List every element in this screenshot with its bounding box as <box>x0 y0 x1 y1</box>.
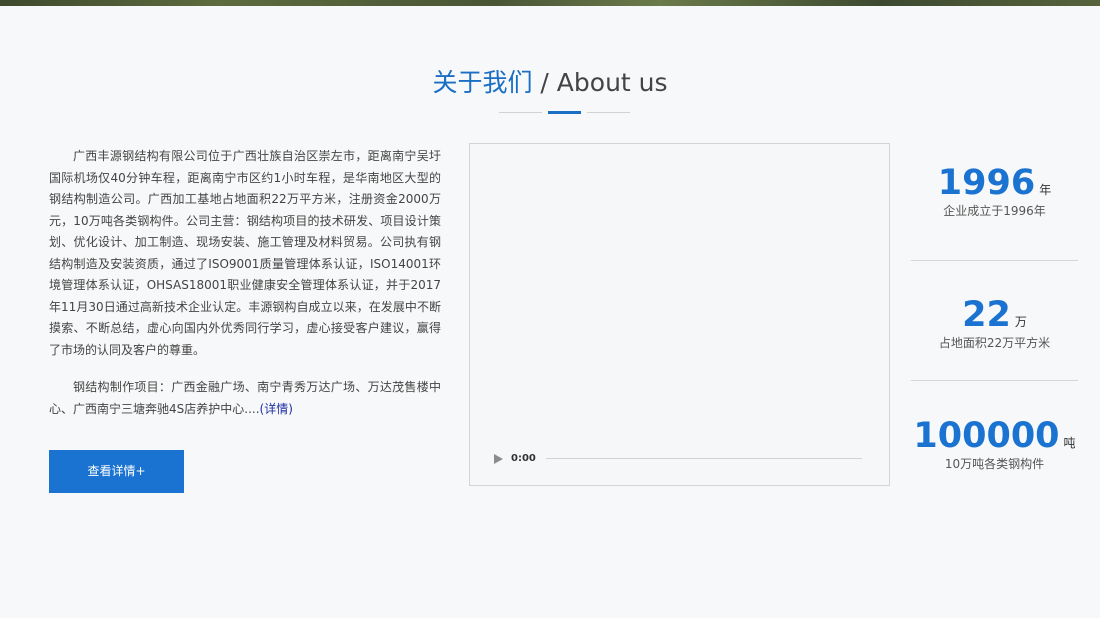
stat-number: 1996 <box>937 163 1036 203</box>
top-banner-strip <box>0 0 1100 6</box>
stat-number: 22 <box>962 295 1011 335</box>
details-link[interactable]: (详情) <box>260 402 293 416</box>
view-details-button[interactable]: 查看详情+ <box>49 450 184 493</box>
stat-capacity: 100000 吨 10万吨各类钢构件 <box>911 416 1078 472</box>
stat-caption: 10万吨各类钢构件 <box>944 457 1045 471</box>
title-divider-left <box>499 112 542 113</box>
stat-divider <box>911 380 1078 381</box>
stat-divider <box>911 260 1078 261</box>
video-player[interactable]: 0:00 <box>469 143 890 486</box>
play-icon[interactable] <box>494 454 503 464</box>
stat-area: 22 万 占地面积22万平方米 <box>911 295 1078 351</box>
section-title: 关于我们 / About us <box>0 66 1100 100</box>
title-divider-accent <box>548 111 581 114</box>
progress-bar[interactable] <box>546 458 862 459</box>
section-title-en: About us <box>556 68 668 97</box>
stat-unit: 吨 <box>1063 436 1076 450</box>
intro-paragraph: 广西丰源钢结构有限公司位于广西壮族自治区崇左市，距离南宁吴圩国际机场仅40分钟车… <box>49 149 441 357</box>
section-title-cn: 关于我们 <box>432 68 533 97</box>
stat-founded: 1996 年 企业成立于1996年 <box>911 163 1078 219</box>
title-divider-right <box>587 112 630 113</box>
company-intro: 广西丰源钢结构有限公司位于广西壮族自治区崇左市，距离南宁吴圩国际机场仅40分钟车… <box>49 146 441 420</box>
projects-text: 钢结构制作项目：广西金融广场、南宁青秀万达广场、万达茂售楼中心、广西南宁三塘奔驰… <box>49 380 441 416</box>
stat-caption: 企业成立于1996年 <box>943 204 1046 218</box>
stat-unit: 年 <box>1039 183 1052 197</box>
current-time: 0:00 <box>511 453 536 464</box>
projects-paragraph: 钢结构制作项目：广西金融广场、南宁青秀万达广场、万达茂售楼中心、广西南宁三塘奔驰… <box>49 377 441 420</box>
media-controls: 0:00 <box>492 451 864 467</box>
stat-caption: 占地面积22万平方米 <box>938 336 1051 350</box>
stat-unit: 万 <box>1014 315 1027 329</box>
section-title-separator: / <box>532 68 557 97</box>
stat-number: 100000 <box>913 416 1060 456</box>
